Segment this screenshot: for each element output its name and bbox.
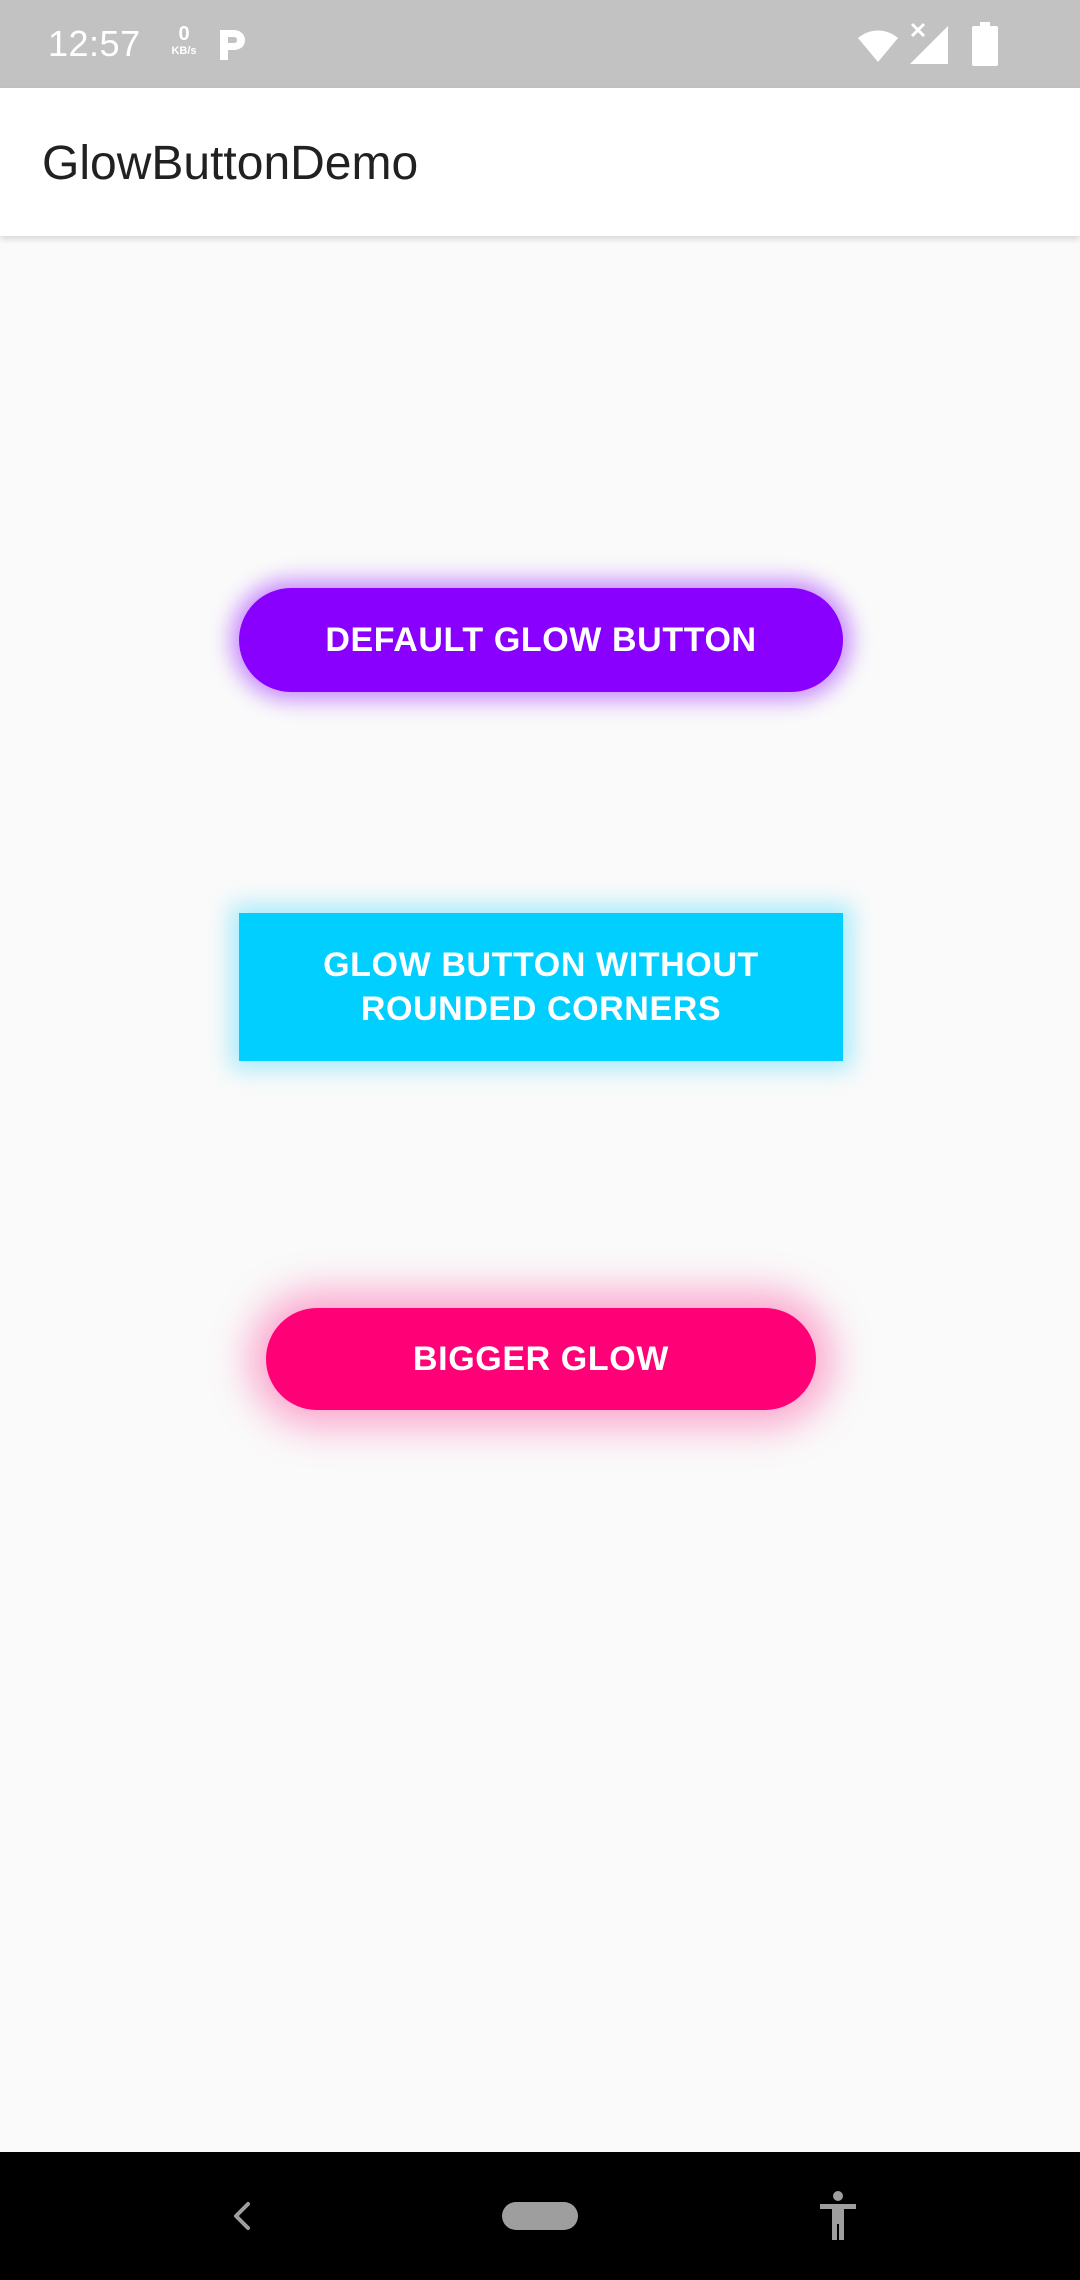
status-time: 12:57 bbox=[48, 23, 141, 64]
square-glow-button-label-line1: GLOW BUTTON WITHOUT bbox=[323, 946, 759, 984]
bigger-glow-button-label: BIGGER GLOW bbox=[413, 1340, 669, 1378]
network-speed-indicator: 0 KB/s bbox=[164, 24, 204, 57]
p-notification-icon bbox=[220, 30, 245, 60]
glow-button-without-rounded-corners[interactable]: GLOW BUTTON WITHOUT ROUNDED CORNERS bbox=[239, 913, 843, 1061]
network-speed-value: 0 bbox=[178, 23, 190, 45]
square-glow-button-label-line2: ROUNDED CORNERS bbox=[360, 990, 722, 1028]
system-nav-bar bbox=[0, 2152, 1080, 2280]
page-title: GlowButtonDemo bbox=[42, 137, 419, 190]
accessibility-icon[interactable] bbox=[816, 2190, 860, 2242]
app-bar: GlowButtonDemo bbox=[0, 88, 1080, 236]
network-speed-unit: KB/s bbox=[171, 45, 197, 57]
back-icon[interactable] bbox=[226, 2196, 258, 2236]
default-glow-button[interactable]: DEFAULT GLOW BUTTON bbox=[239, 588, 843, 692]
wifi-icon bbox=[858, 30, 898, 62]
default-glow-button-label: DEFAULT GLOW BUTTON bbox=[325, 621, 757, 659]
home-pill-icon[interactable] bbox=[502, 2202, 578, 2230]
status-bar: 12:57 0 KB/s bbox=[0, 0, 1080, 88]
battery-icon bbox=[972, 22, 998, 66]
screen: 12:57 0 KB/s GlowButtonDemo DEFAULT GLOW… bbox=[0, 0, 1080, 2280]
status-icons bbox=[856, 20, 1036, 68]
bigger-glow-button[interactable]: BIGGER GLOW bbox=[266, 1308, 816, 1410]
signal-no-data-icon bbox=[910, 22, 948, 64]
